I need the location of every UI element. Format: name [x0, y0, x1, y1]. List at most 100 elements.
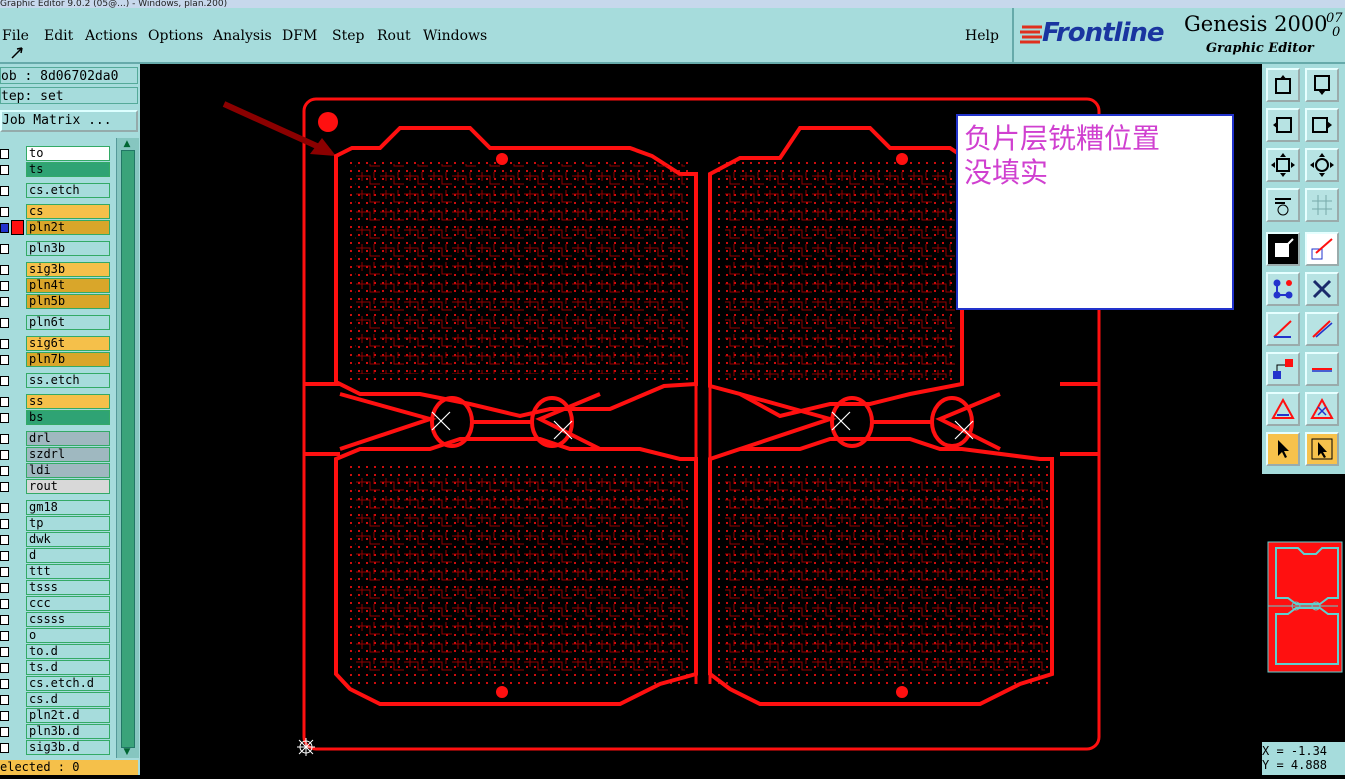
- layer-name[interactable]: pln5b: [26, 294, 110, 309]
- highlight-button[interactable]: [1266, 232, 1300, 266]
- layer-name[interactable]: cs.etch.d: [26, 676, 110, 691]
- layer-checkbox[interactable]: [0, 551, 9, 561]
- layer-row[interactable]: ldi: [0, 463, 112, 478]
- layer-row[interactable]: ccc: [0, 596, 112, 611]
- layer-name[interactable]: pln2t: [26, 220, 110, 235]
- layer-row[interactable]: tsss: [0, 580, 112, 595]
- layer-checkbox[interactable]: [0, 149, 9, 159]
- menu-options[interactable]: Options: [148, 28, 203, 44]
- layer-checkbox[interactable]: [0, 186, 9, 196]
- layer-row[interactable]: ts.d: [0, 660, 112, 675]
- scroll-up-icon[interactable]: ▲: [121, 139, 133, 149]
- layer-checkbox[interactable]: [0, 281, 9, 291]
- layer-row[interactable]: pln3b.d: [0, 724, 112, 739]
- triangle-cross-button[interactable]: [1305, 392, 1339, 426]
- layer-row[interactable]: szdrl: [0, 447, 112, 462]
- layer-name[interactable]: sig6t: [26, 336, 110, 351]
- layer-checkbox[interactable]: [0, 165, 9, 175]
- layer-row[interactable]: ss.etch: [0, 373, 112, 388]
- layer-name[interactable]: pln3b: [26, 241, 110, 256]
- pad-button[interactable]: [1266, 352, 1300, 386]
- layer-checkbox[interactable]: [0, 727, 9, 737]
- layer-checkbox[interactable]: [0, 743, 9, 753]
- menu-rout[interactable]: Rout: [377, 28, 411, 44]
- layer-checkbox[interactable]: [0, 503, 9, 513]
- layer-checkbox[interactable]: [0, 535, 9, 545]
- layer-name[interactable]: d: [26, 548, 110, 563]
- zoom-fit-button[interactable]: [1266, 148, 1300, 182]
- select-box-button[interactable]: [1305, 432, 1339, 466]
- layer-name[interactable]: rout: [26, 479, 110, 494]
- layer-name[interactable]: pln3b.d: [26, 724, 110, 739]
- layer-row[interactable]: pln2t: [0, 220, 112, 235]
- layer-name[interactable]: cs.d: [26, 692, 110, 707]
- scroll-down-icon[interactable]: ▼: [121, 747, 133, 757]
- layer-checkbox[interactable]: [0, 355, 9, 365]
- layer-checkbox[interactable]: [0, 265, 9, 275]
- layer-row[interactable]: pln4t: [0, 278, 112, 293]
- layer-checkbox[interactable]: [0, 376, 9, 386]
- layer-name[interactable]: to.d: [26, 644, 110, 659]
- layer-row[interactable]: to: [0, 146, 112, 161]
- layer-name[interactable]: bs: [26, 410, 110, 425]
- layer-name[interactable]: to: [26, 146, 110, 161]
- layer-checkbox[interactable]: [0, 615, 9, 625]
- layer-name[interactable]: szdrl: [26, 447, 110, 462]
- menu-analysis[interactable]: Analysis: [213, 28, 272, 44]
- zoom-home-button[interactable]: [1305, 148, 1339, 182]
- layer-row[interactable]: sig6t: [0, 336, 112, 351]
- layer-checkbox[interactable]: [0, 631, 9, 641]
- layer-name[interactable]: pln7b: [26, 352, 110, 367]
- layer-checkbox[interactable]: [0, 339, 9, 349]
- layer-name[interactable]: sig3b: [26, 262, 110, 277]
- menu-step[interactable]: Step: [332, 28, 364, 44]
- layer-checkbox[interactable]: [0, 397, 9, 407]
- layer-name[interactable]: cs.etch: [26, 183, 110, 198]
- grid-button[interactable]: [1305, 188, 1339, 222]
- layer-name[interactable]: pln6t: [26, 315, 110, 330]
- triangle-button[interactable]: [1266, 392, 1300, 426]
- layer-row[interactable]: to.d: [0, 644, 112, 659]
- layer-name[interactable]: o: [26, 628, 110, 643]
- layer-checkbox[interactable]: [0, 244, 9, 254]
- pan-up-button[interactable]: [1266, 68, 1300, 102]
- layer-color-swatch[interactable]: [11, 220, 24, 235]
- line-button[interactable]: [1305, 312, 1339, 346]
- layer-name[interactable]: dwk: [26, 532, 110, 547]
- select-area-button[interactable]: [1305, 232, 1339, 266]
- layer-name[interactable]: ccc: [26, 596, 110, 611]
- layer-checkbox[interactable]: [0, 519, 9, 529]
- layer-checkbox[interactable]: [0, 450, 9, 460]
- layer-row[interactable]: d: [0, 548, 112, 563]
- layer-name[interactable]: cs: [26, 204, 110, 219]
- select-pointer-button[interactable]: [1266, 432, 1300, 466]
- layer-name[interactable]: ts.d: [26, 660, 110, 675]
- menu-help[interactable]: Help: [965, 28, 999, 44]
- layer-checkbox[interactable]: [0, 482, 9, 492]
- layer-row[interactable]: cs.etch.d: [0, 676, 112, 691]
- menu-actions[interactable]: Actions: [85, 28, 138, 44]
- menu-windows[interactable]: Windows: [423, 28, 487, 44]
- layer-row[interactable]: sig3b: [0, 262, 112, 277]
- layer-row[interactable]: rout: [0, 479, 112, 494]
- layer-row[interactable]: ts: [0, 162, 112, 177]
- layer-checkbox[interactable]: [0, 663, 9, 673]
- layer-row[interactable]: drl: [0, 431, 112, 446]
- layer-row[interactable]: sig3b.d: [0, 740, 112, 755]
- layer-checkbox[interactable]: [0, 599, 9, 609]
- layer-name[interactable]: cssss: [26, 612, 110, 627]
- layer-name[interactable]: ldi: [26, 463, 110, 478]
- layer-row[interactable]: pln6t: [0, 315, 112, 330]
- layer-name[interactable]: ts: [26, 162, 110, 177]
- layer-name[interactable]: ss: [26, 394, 110, 409]
- layer-checkbox[interactable]: [0, 567, 9, 577]
- connect-button[interactable]: [1266, 272, 1300, 306]
- layer-scrollbar[interactable]: ▲ ▼: [116, 138, 139, 758]
- layer-checkbox[interactable]: [0, 466, 9, 476]
- layer-row[interactable]: ttt: [0, 564, 112, 579]
- layer-name[interactable]: tsss: [26, 580, 110, 595]
- pan-right-button[interactable]: [1305, 108, 1339, 142]
- layer-row[interactable]: pln3b: [0, 241, 112, 256]
- scroll-thumb[interactable]: [121, 150, 135, 748]
- layer-name[interactable]: pln2t.d: [26, 708, 110, 723]
